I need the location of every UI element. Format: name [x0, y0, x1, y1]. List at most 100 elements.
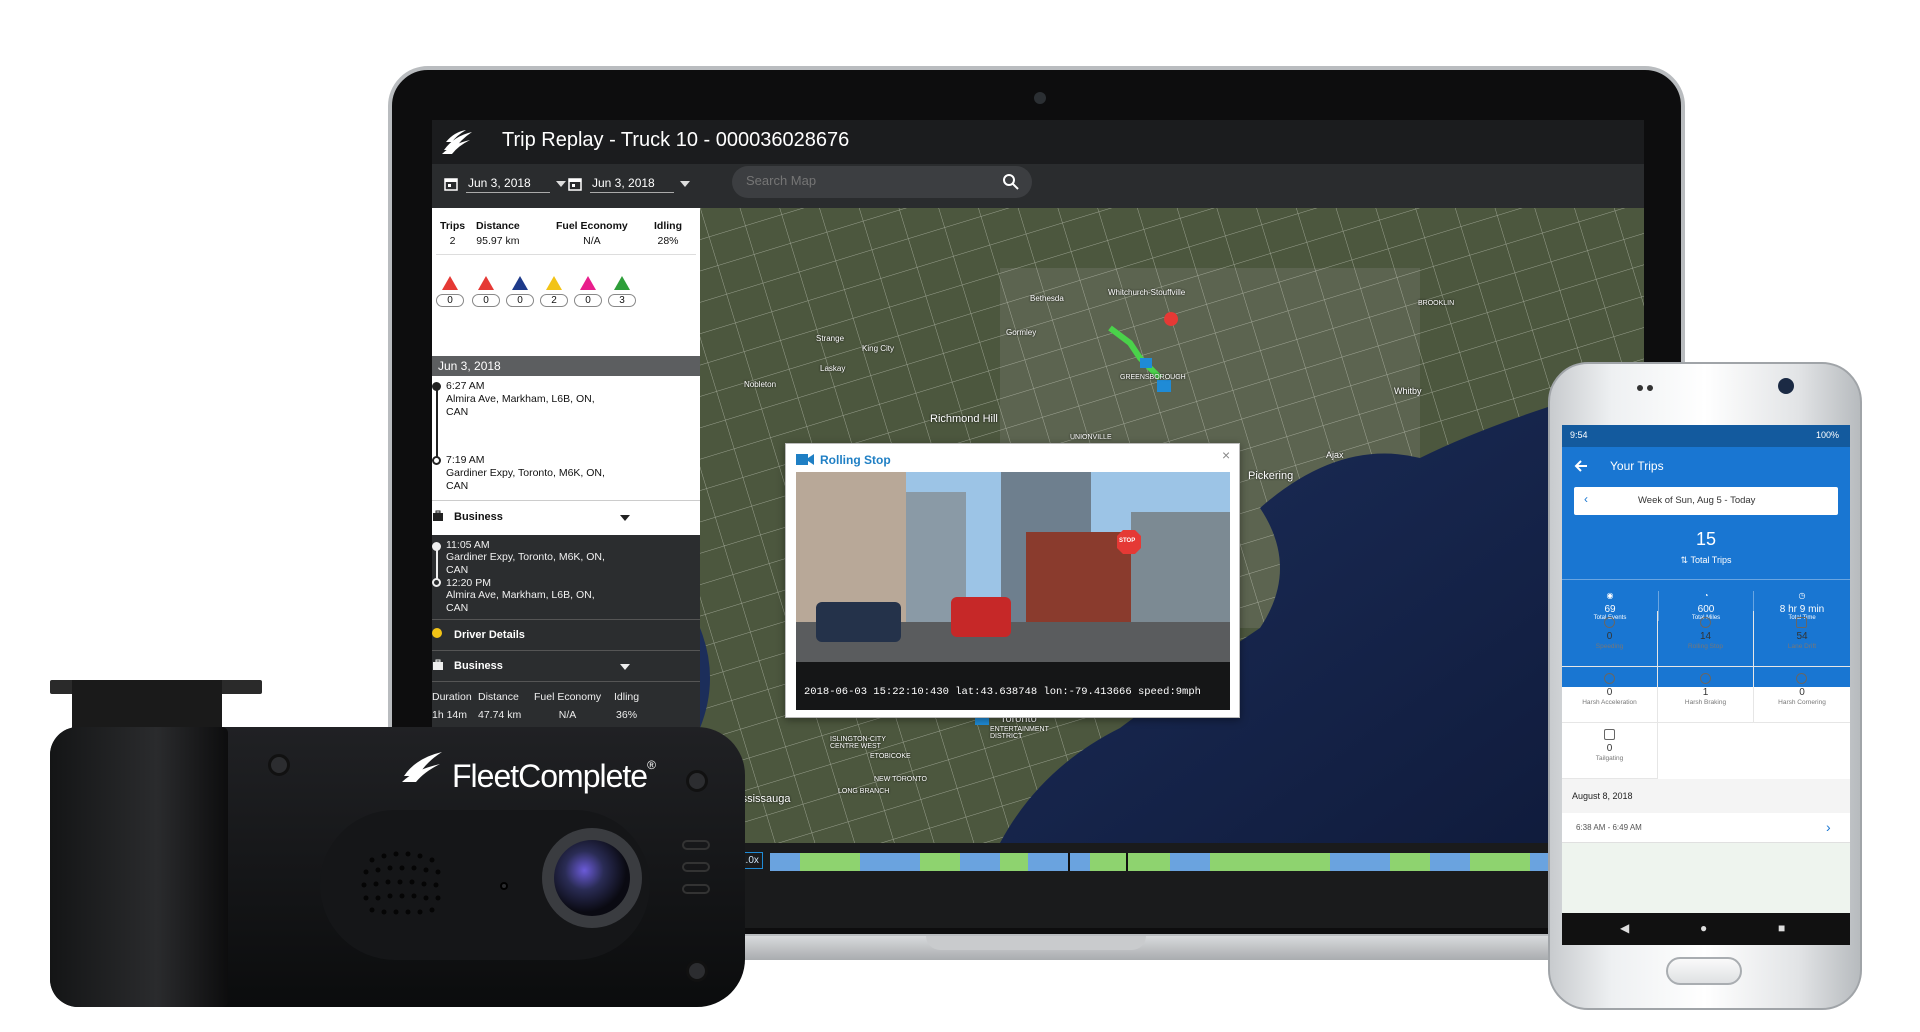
trip-end-address: Gardiner Expy, Toronto, M6K, ON, CAN — [446, 467, 605, 492]
dashcam-video[interactable]: STOP 2018-06-03 15:22:10:430 lat:43.6387… — [796, 472, 1230, 710]
laptop-webcam — [1034, 92, 1046, 104]
date-to-picker[interactable]: Jun 3, 2018 — [568, 170, 690, 198]
lane-icon — [1796, 617, 1807, 628]
trip-start-time: 11:05 AM — [446, 539, 490, 551]
video-telemetry-overlay: 2018-06-03 15:22:10:430 lat:43.638748 lo… — [804, 686, 1201, 698]
week-label: Week of Sun, Aug 5 - Today — [1638, 495, 1756, 506]
chevron-down-icon[interactable] — [620, 515, 630, 521]
event-stat-speeding[interactable]: 0 Speeding — [1562, 611, 1658, 667]
front-camera — [1778, 378, 1794, 394]
map-label: Gormley — [1006, 328, 1037, 337]
map-label: King City — [862, 344, 895, 353]
status-bar: 9:54 100% — [1562, 425, 1850, 447]
briefcase-icon — [433, 510, 443, 521]
total-trips-label: ⇅ Total Trips — [1680, 555, 1732, 565]
trip-end-dot — [432, 456, 441, 465]
driver-details-row[interactable]: Driver Details — [432, 620, 700, 650]
event-stat-tailgating[interactable]: 0 Tailgating — [1562, 723, 1658, 779]
map-label: ENTERTAINMENT DISTRICT — [990, 726, 1049, 740]
search-input[interactable] — [746, 173, 986, 188]
stat-fuel-economy: Fuel Economy N/A — [556, 220, 628, 247]
week-selector[interactable]: ‹ Week of Sun, Aug 5 - Today — [1574, 487, 1838, 515]
map-view[interactable]: Richmond Hill Pickering Toronto Mississa… — [700, 208, 1644, 843]
stat-distance: Distance 95.97 km — [476, 220, 520, 247]
cornering-icon — [1796, 673, 1807, 684]
chevron-down-icon[interactable] — [620, 664, 630, 670]
back-arrow-icon[interactable] — [1574, 459, 1588, 473]
divider — [1562, 579, 1850, 580]
trip-end-address: Almira Ave, Markham, L6B, ON, CAN — [446, 589, 595, 614]
map-label: GREENSBOROUGH — [1120, 374, 1186, 381]
event-popup: Rolling Stop × STOP 2018-06-03 15:22:10:… — [785, 443, 1240, 718]
search-icon[interactable] — [1002, 173, 1020, 191]
event-stat-harsh-acceleration[interactable]: 0 Harsh Acceleration — [1562, 667, 1658, 723]
map-label: Pickering — [1248, 470, 1294, 482]
brand-wordmark: FleetComplete® — [452, 758, 656, 794]
event-badge[interactable]: 0 — [472, 276, 500, 307]
date-from-value: Jun 3, 2018 — [466, 176, 550, 193]
chevron-left-icon[interactable]: ‹ — [1584, 492, 1588, 506]
video-camera-icon — [796, 454, 814, 465]
speaker-grille — [361, 851, 441, 915]
mini-map — [1562, 843, 1850, 913]
screw — [268, 754, 290, 776]
fleet-complete-logo-icon — [402, 752, 442, 782]
trip-duration: Duration 1h 14m — [432, 691, 472, 721]
warning-triangle-icon — [442, 276, 458, 290]
search-box[interactable] — [732, 166, 1032, 198]
trip-end-time: 12:20 PM — [446, 577, 491, 589]
trip-start-time: 6:27 AM — [446, 380, 485, 392]
vent-slot — [682, 884, 710, 894]
date-to-value: Jun 3, 2018 — [590, 176, 674, 193]
event-badge[interactable]: 3 — [608, 276, 636, 307]
date-from-picker[interactable]: Jun 3, 2018 — [444, 170, 566, 198]
nav-home-icon[interactable]: ● — [1700, 921, 1707, 935]
app-bar: Trip Replay - Truck 10 - 000036028676 — [432, 120, 1644, 164]
page-title: Trip Replay - Truck 10 - 000036028676 — [502, 129, 850, 151]
phone-home-button[interactable] — [1666, 957, 1742, 985]
trip-fuel-economy: Fuel Economy N/A — [534, 691, 602, 721]
odometer-icon: ◔ — [1703, 591, 1709, 600]
chevron-right-icon: › — [1826, 819, 1831, 835]
vent-slot — [682, 840, 710, 850]
screw — [686, 770, 708, 792]
event-badge[interactable]: 0 — [574, 276, 602, 307]
map-label: Ajax — [1326, 450, 1344, 460]
event-badge[interactable]: 2 — [540, 276, 568, 307]
trip-end-dot — [432, 578, 441, 587]
driver-details-label: Driver Details — [454, 629, 525, 641]
map-label: Nobleton — [744, 380, 777, 389]
trip-idling: Idling 36% — [614, 691, 640, 721]
event-stat-harsh-braking[interactable]: 1 Harsh Braking — [1658, 667, 1754, 723]
timeline-line — [436, 386, 438, 458]
map-label: BROOKLIN — [1418, 300, 1455, 307]
trip-list-item[interactable]: 6:38 AM - 6:49 AM › — [1562, 813, 1850, 843]
event-badge[interactable]: 0 — [436, 276, 464, 307]
dashcam-hinge — [50, 727, 228, 1007]
chevron-down-icon — [556, 181, 566, 187]
clock-icon: ◷ — [1798, 591, 1806, 600]
fleet-complete-logo-icon — [442, 130, 472, 154]
stop-sign-text: STOP — [1119, 538, 1136, 544]
trip-timeline-track[interactable] — [770, 853, 1644, 871]
nav-recents-icon[interactable]: ■ — [1778, 921, 1785, 935]
nav-back-icon[interactable]: ◀ — [1620, 921, 1629, 935]
trip-distance: Distance 47.74 km — [478, 691, 522, 721]
event-stat-harsh-cornering[interactable]: 0 Harsh Cornering — [1754, 667, 1850, 723]
event-stat-lane-drift[interactable]: 54 Lane Drift — [1754, 611, 1850, 667]
calendar-icon — [568, 178, 582, 191]
brake-icon — [1700, 673, 1711, 684]
event-stat-rolling-stop[interactable]: 14 Rolling Stop — [1658, 611, 1754, 667]
trip-category-row[interactable]: Business — [432, 501, 700, 535]
map-label: LONG BRANCH — [838, 788, 890, 795]
trip-start-dot — [432, 382, 441, 391]
map-label: Laskay — [820, 364, 846, 373]
phone-title: Your Trips — [1610, 459, 1664, 473]
trip-category-row[interactable]: Business — [432, 651, 700, 681]
event-badge[interactable]: 0 — [506, 276, 534, 307]
status-led — [500, 882, 508, 890]
warning-triangle-icon — [546, 276, 562, 290]
chevron-down-icon — [680, 181, 690, 187]
street-scene — [796, 472, 1230, 710]
close-icon[interactable]: × — [1222, 447, 1230, 463]
